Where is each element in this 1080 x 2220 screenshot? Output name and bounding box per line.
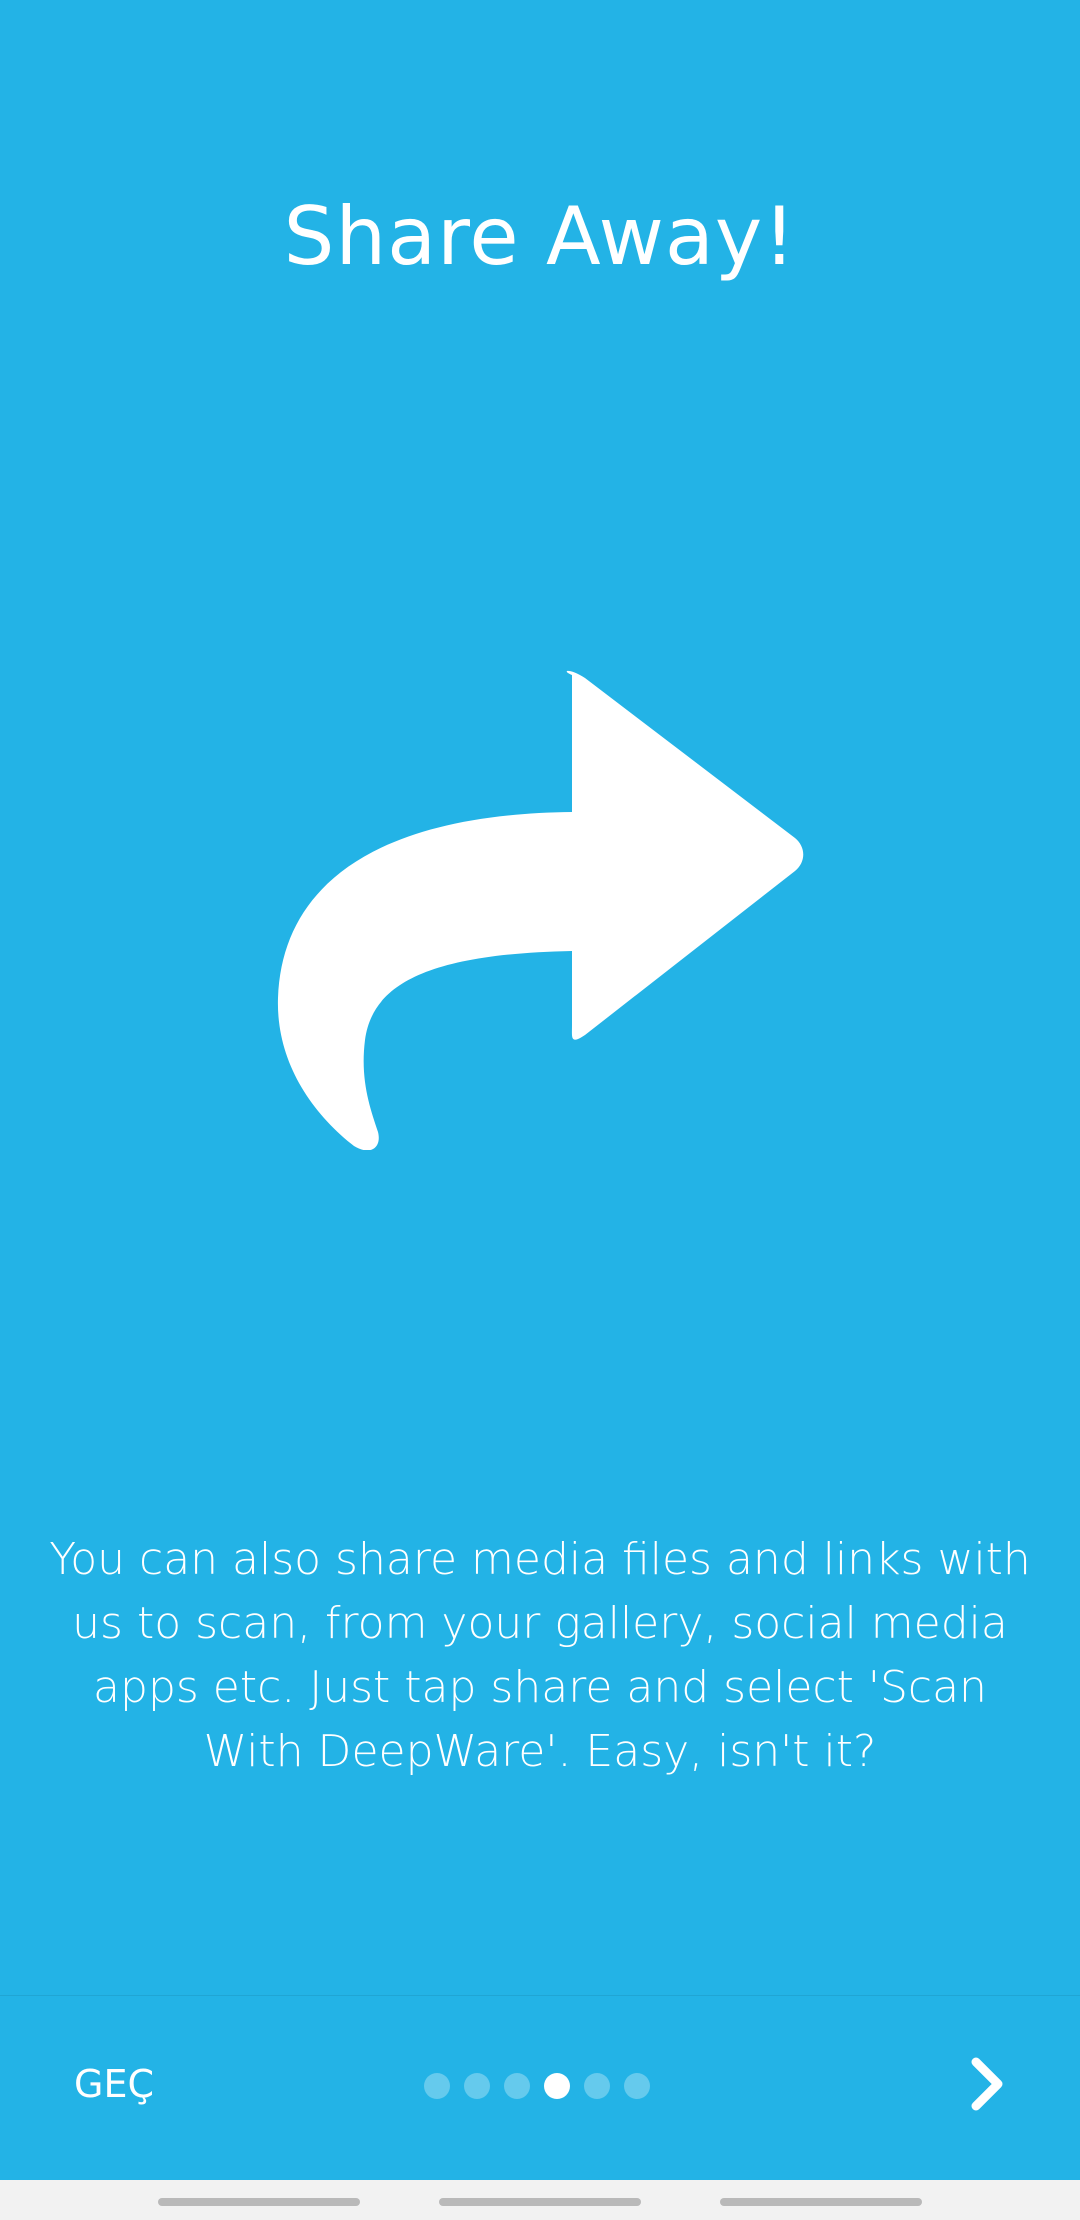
page-indicator bbox=[424, 2072, 650, 2100]
nav-handle-left[interactable] bbox=[158, 2198, 360, 2206]
page-indicator-dot bbox=[504, 2073, 530, 2099]
skip-button[interactable]: GEÇ bbox=[52, 2048, 176, 2120]
page-indicator-dot bbox=[584, 2073, 610, 2099]
page-indicator-dot-active bbox=[544, 2073, 570, 2099]
next-button[interactable] bbox=[950, 2046, 1026, 2122]
onboarding-bottom-bar: GEÇ bbox=[0, 1996, 1080, 2180]
page-indicator-dot bbox=[464, 2073, 490, 2099]
system-navigation-bar bbox=[0, 2180, 1080, 2220]
onboarding-screen: Share Away! You can also share media fil… bbox=[0, 0, 1080, 2220]
onboarding-description: You can also share media files and links… bbox=[49, 1534, 1031, 1777]
share-forward-arrow-icon bbox=[270, 670, 810, 1150]
nav-handle-right[interactable] bbox=[720, 2198, 922, 2206]
page-indicator-dot bbox=[424, 2073, 450, 2099]
chevron-right-icon bbox=[950, 2057, 1026, 2125]
nav-handle-center[interactable] bbox=[439, 2198, 641, 2206]
page-title: Share Away! bbox=[283, 190, 797, 283]
page-indicator-dot bbox=[624, 2073, 650, 2099]
